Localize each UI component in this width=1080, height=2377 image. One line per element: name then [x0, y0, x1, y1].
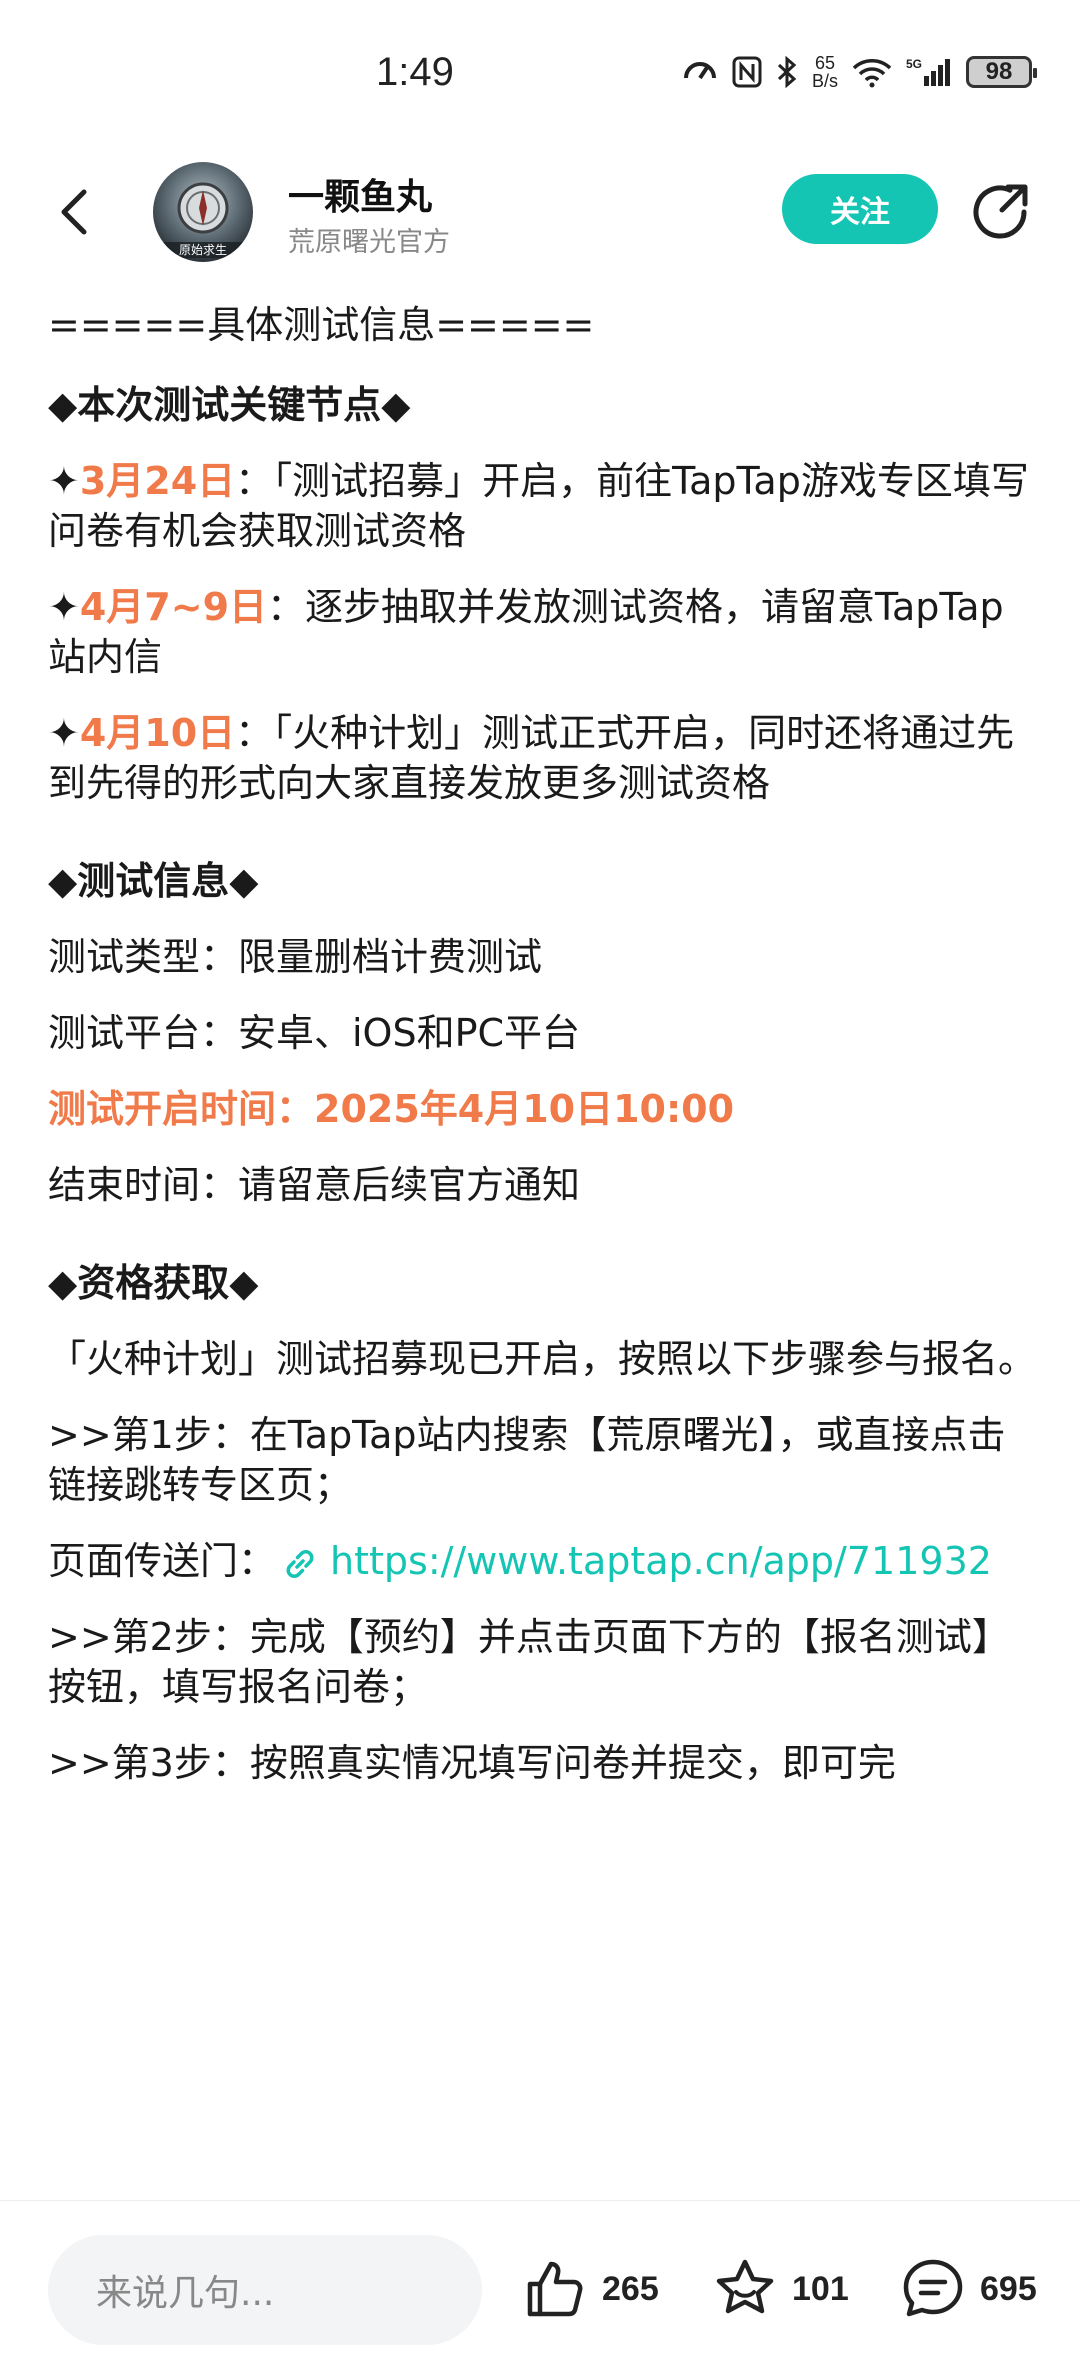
portal-line: 页面传送门： https://www.taptap.cn/app/711932 — [48, 1536, 1038, 1586]
author-subtitle: 荒原曙光官方 — [288, 227, 450, 258]
avatar-badge-text: 原始求生 — [178, 243, 227, 257]
info-end-time: 结束时间：请留意后续官方通知 — [48, 1163, 581, 1207]
post-content: =====具体测试信息===== ◆本次测试关键节点◆ ✦3月24日：「测试招募… — [48, 300, 1038, 1814]
battery-level: 98 — [985, 58, 1013, 85]
node-item: ✦4月10日：「火种计划」测试正式开启，同时还将通过先到先得的形式向大家直接发放… — [48, 708, 1038, 808]
author-name[interactable]: 一颗鱼丸 — [288, 168, 432, 220]
net-speed-unit: B/s — [811, 71, 838, 91]
nodes-heading: ◆本次测试关键节点◆ — [48, 383, 411, 427]
bluetooth-icon — [776, 56, 798, 88]
qualify-heading: ◆资格获取◆ — [48, 1261, 259, 1305]
comment-icon — [903, 2259, 963, 2317]
divider-title: =====具体测试信息===== — [48, 303, 595, 347]
node-item: ✦4月7~9日：逐步抽取并发放测试资格，请留意TapTap站内信 — [48, 582, 1038, 682]
status-bar: 1:49 65 B/s 5G 98 — [0, 0, 1080, 150]
like-count: 265 — [602, 2269, 659, 2308]
signal-5g-icon: 5G — [906, 56, 952, 88]
follow-button[interactable]: 关注 — [782, 174, 938, 244]
author-avatar[interactable]: 原始求生 — [153, 162, 253, 262]
back-button[interactable] — [48, 182, 108, 242]
node-bullet: ✦ — [48, 459, 80, 503]
dnd-icon — [682, 56, 718, 88]
node-bullet: ✦ — [48, 711, 80, 755]
comment-button[interactable]: 695 — [900, 2253, 1037, 2325]
bottom-action-bar: 来说几句... 265 101 695 — [0, 2200, 1080, 2377]
like-button[interactable]: 265 — [522, 2253, 659, 2325]
node-date: 4月7~9日 — [79, 585, 268, 629]
favorite-button[interactable]: 101 — [712, 2253, 849, 2325]
info-type: 测试类型：限量删档计费测试 — [48, 935, 543, 979]
nfc-icon — [732, 56, 762, 88]
link-icon — [286, 1549, 314, 1578]
net-speed-value: 65 — [814, 53, 835, 73]
info-platform: 测试平台：安卓、iOS和PC平台 — [48, 1011, 581, 1055]
share-button[interactable] — [966, 178, 1034, 246]
node-item: ✦3月24日：「测试招募」开启，前往TapTap游戏专区填写问卷有机会获取测试资… — [48, 456, 1038, 556]
star-icon — [716, 2259, 774, 2314]
post-header: 原始求生 一颗鱼丸 荒原曙光官方 关注 — [0, 150, 1080, 280]
comment-input[interactable]: 来说几句... — [48, 2235, 482, 2345]
step-2: >>第2步：完成【预约】并点击页面下方的【报名测试】按钮，填写报名问卷； — [48, 1615, 1010, 1709]
info-start-time: 测试开启时间：2025年4月10日10:00 — [48, 1087, 735, 1131]
net-speed: 65 B/s — [812, 54, 838, 90]
portal-label: 页面传送门： — [48, 1539, 277, 1583]
node-date: 4月10日 — [79, 711, 236, 755]
info-heading: ◆测试信息◆ — [48, 859, 259, 903]
node-bullet: ✦ — [48, 585, 80, 629]
wifi-icon — [852, 56, 892, 88]
portal-link[interactable]: https://www.taptap.cn/app/711932 — [330, 1539, 992, 1583]
comment-count: 695 — [980, 2269, 1037, 2308]
node-date: 3月24日 — [79, 459, 236, 503]
qualify-intro: 「火种计划」测试招募现已开启，按照以下步骤参与报名。 — [48, 1337, 1037, 1381]
favorite-count: 101 — [792, 2269, 849, 2308]
battery-icon: 98 — [966, 56, 1037, 88]
svg-text:5G: 5G — [906, 57, 922, 71]
share-icon — [973, 184, 1028, 239]
status-icons: 65 B/s 5G 98 — [682, 54, 1037, 90]
thumbs-up-icon — [527, 2261, 583, 2317]
status-time: 1:49 — [376, 50, 454, 94]
step-1: >>第1步：在TapTap站内搜索【荒原曙光】，或直接点击链接跳转专区页； — [48, 1413, 1006, 1507]
step-3: >>第3步：按照真实情况填写问卷并提交，即可完 — [48, 1741, 896, 1785]
back-arrow-icon — [61, 189, 87, 235]
